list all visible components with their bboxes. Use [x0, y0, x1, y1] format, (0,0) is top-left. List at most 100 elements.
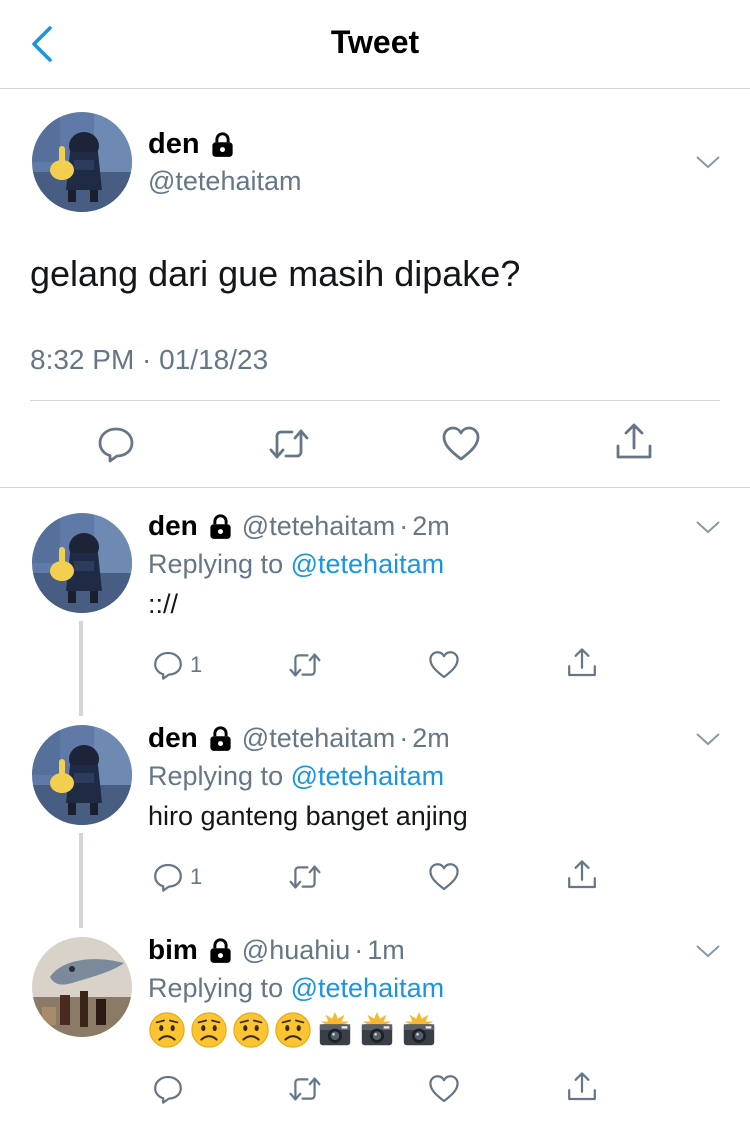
separator-dot: ·: [399, 722, 409, 753]
reply-emojis: [148, 1011, 438, 1049]
replying-to-label: Replying to: [148, 549, 284, 579]
reply-button[interactable]: 1: [152, 649, 202, 681]
worried-face-icon: [232, 1011, 270, 1049]
heart-icon: [428, 861, 460, 893]
lock-icon: [207, 937, 234, 964]
chevron-down-icon: [694, 517, 722, 537]
separator-dot: ·: [399, 510, 409, 541]
share-button[interactable]: [566, 859, 598, 891]
reply-tweet[interactable]: bim @huahiu · 1m Replying to @tetehaitam: [0, 913, 750, 1123]
replying-to: Replying to @tetehaitam: [148, 973, 444, 1004]
lock-icon: [207, 725, 234, 752]
retweet-icon: [267, 424, 311, 464]
camera-with-flash-icon: [400, 1011, 438, 1049]
like-button[interactable]: [428, 861, 460, 893]
author-name[interactable]: den: [148, 128, 236, 161]
share-button[interactable]: [614, 422, 654, 462]
replying-to: Replying to @tetehaitam: [148, 761, 444, 792]
author-handle[interactable]: @tetehaitam: [242, 723, 395, 754]
more-options-button[interactable]: [694, 152, 722, 172]
replying-to-link[interactable]: @tetehaitam: [291, 761, 444, 791]
camera-with-flash-icon: [358, 1011, 396, 1049]
divider: [30, 400, 720, 401]
reply-icon: [152, 861, 184, 893]
retweet-button[interactable]: [287, 861, 323, 893]
retweet-icon: [287, 649, 323, 681]
reply-text: hiro ganteng banget anjing: [148, 801, 468, 831]
avatar-image: [32, 937, 132, 1037]
retweet-icon: [287, 1073, 323, 1105]
chevron-down-icon: [694, 152, 722, 172]
reply-age: 1m: [367, 934, 405, 965]
worried-face-icon: [190, 1011, 228, 1049]
reply-tweet[interactable]: den @tetehaitam · 2m Replying to @teteha…: [0, 489, 750, 716]
separator-dot: ·: [354, 934, 364, 965]
avatar-image: [32, 513, 132, 613]
main-tweet: den @tetehaitam gelang dari gue masih di…: [0, 90, 750, 488]
share-icon: [566, 647, 598, 679]
heart-icon: [428, 1073, 460, 1105]
author-name[interactable]: bim: [148, 934, 198, 966]
share-button[interactable]: [566, 647, 598, 679]
reply-header: den @tetehaitam · 2m: [148, 722, 450, 754]
replying-to: Replying to @tetehaitam: [148, 549, 444, 580]
retweet-button[interactable]: [267, 424, 311, 464]
replying-to-link[interactable]: @tetehaitam: [291, 973, 444, 1003]
author-name[interactable]: den: [148, 510, 198, 542]
worried-face-icon: [148, 1011, 186, 1049]
share-icon: [614, 422, 654, 462]
share-button[interactable]: [566, 1071, 598, 1103]
reply-age: 2m: [412, 510, 450, 541]
reply-header: den @tetehaitam · 2m: [148, 510, 450, 542]
reply-icon: [96, 424, 136, 464]
reply-tweet[interactable]: den @tetehaitam · 2m Replying to @teteha…: [0, 701, 750, 928]
author-handle[interactable]: @huahiu: [242, 935, 351, 966]
reply-button[interactable]: 1: [152, 861, 202, 893]
chevron-down-icon: [694, 729, 722, 749]
heart-icon: [441, 424, 481, 464]
author-name-text: den: [148, 128, 200, 160]
reply-button[interactable]: [96, 424, 136, 464]
replying-to-link[interactable]: @tetehaitam: [291, 549, 444, 579]
replying-to-label: Replying to: [148, 973, 284, 1003]
reply-count: 1: [190, 864, 203, 889]
tweet-timestamp[interactable]: 8:32 PM · 01/18/23: [30, 344, 268, 376]
replying-to-label: Replying to: [148, 761, 284, 791]
more-options-button[interactable]: [694, 941, 722, 961]
author-name[interactable]: den: [148, 722, 198, 754]
like-button[interactable]: [428, 649, 460, 681]
chevron-down-icon: [694, 941, 722, 961]
like-button[interactable]: [441, 424, 481, 464]
avatar-image: [32, 725, 132, 825]
author-handle[interactable]: @tetehaitam: [242, 511, 395, 542]
page-title: Tweet: [330, 24, 420, 60]
author-handle[interactable]: @tetehaitam: [148, 166, 301, 197]
nav-header: Tweet: [0, 0, 750, 89]
tweet-text: gelang dari gue masih dipake?: [30, 253, 521, 294]
avatar-image: [32, 112, 132, 212]
reply-header: bim @huahiu · 1m: [148, 934, 405, 966]
retweet-button[interactable]: [287, 1073, 323, 1105]
heart-icon: [428, 649, 460, 681]
reply-age: 2m: [412, 722, 450, 753]
retweet-icon: [287, 861, 323, 893]
reply-icon: [152, 649, 184, 681]
camera-with-flash-icon: [316, 1011, 354, 1049]
avatar[interactable]: [32, 112, 132, 212]
avatar[interactable]: [32, 513, 132, 613]
share-icon: [566, 1071, 598, 1103]
retweet-button[interactable]: [287, 649, 323, 681]
worried-face-icon: [274, 1011, 312, 1049]
share-icon: [566, 859, 598, 891]
lock-icon: [207, 513, 234, 540]
more-options-button[interactable]: [694, 517, 722, 537]
lock-icon: [209, 131, 236, 158]
more-options-button[interactable]: [694, 729, 722, 749]
reply-button[interactable]: [152, 1073, 184, 1105]
avatar[interactable]: [32, 725, 132, 825]
reply-text: :://: [148, 589, 179, 619]
avatar[interactable]: [32, 937, 132, 1037]
reply-icon: [152, 1073, 184, 1105]
reply-count: 1: [190, 652, 203, 677]
like-button[interactable]: [428, 1073, 460, 1105]
